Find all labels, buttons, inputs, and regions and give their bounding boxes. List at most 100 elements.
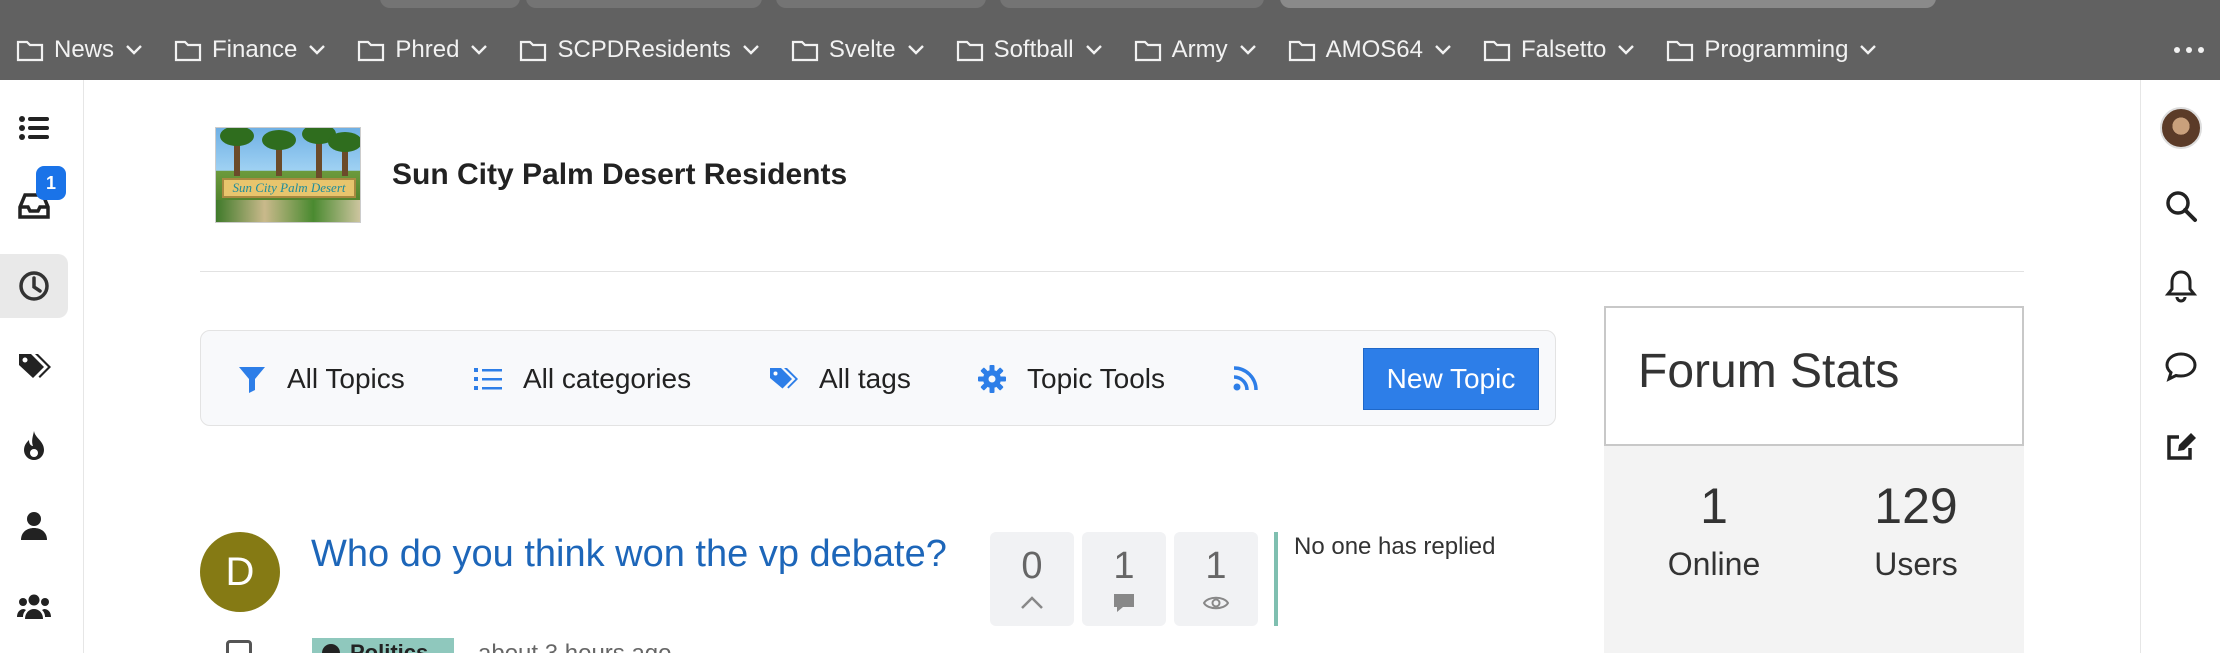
folder-icon [520, 40, 547, 62]
users-count: 129 [1874, 478, 1958, 534]
browser-tab[interactable] [1000, 0, 1264, 8]
chevron-down-icon [1239, 45, 1256, 55]
users-icon [17, 594, 51, 619]
chat-icon [2165, 352, 2197, 382]
bookmark-label: Falsetto [1521, 36, 1607, 63]
sidebar-item-recent[interactable] [0, 254, 68, 318]
category-dot-icon [322, 644, 340, 653]
online-stat: 1 Online [1634, 476, 1794, 583]
bookmark-folder-softball[interactable]: Softball [956, 36, 1104, 64]
topic-tools-button[interactable]: Topic Tools [977, 361, 1165, 397]
chevron-down-icon [907, 45, 924, 55]
category-label: Politics [350, 640, 429, 653]
rss-icon[interactable] [1231, 363, 1261, 393]
bookmark-folder-scpdresidents[interactable]: SCPDResidents [519, 36, 760, 64]
sidebar-item-profile[interactable] [0, 494, 68, 558]
votes-stat[interactable]: 0 [990, 532, 1074, 626]
folder-icon [174, 40, 202, 62]
bookmark-folder-finance[interactable]: Finance [174, 36, 327, 64]
more-horizontal-icon[interactable] [2174, 36, 2204, 64]
compose-icon [2167, 433, 2196, 460]
comment-icon [1114, 594, 1134, 612]
sidebar-item-tags[interactable] [0, 334, 68, 398]
forum-stats-header: Forum Stats [1604, 306, 2024, 446]
eye-icon [1203, 596, 1229, 610]
inbox-badge: 1 [36, 166, 66, 200]
bookmark-folder-svelte[interactable]: Svelte [791, 36, 926, 64]
bookmark-label: Phred [395, 36, 460, 63]
chevron-down-icon [1860, 45, 1877, 55]
online-count: 1 [1700, 478, 1728, 534]
reply-status: No one has replied [1294, 533, 1496, 560]
folder-icon [16, 40, 44, 62]
tags-icon [770, 368, 798, 389]
topic-title-link[interactable]: Who do you think won the vp debate? [311, 530, 951, 578]
header-divider [200, 271, 2024, 272]
filter-all-categories[interactable]: All categories [473, 361, 691, 397]
new-topic-button[interactable]: New Topic [1363, 348, 1539, 410]
folder-icon [358, 40, 385, 62]
folder-icon [1288, 40, 1315, 62]
filter-all-topics[interactable]: All Topics [237, 361, 405, 397]
chevron-down-icon [1618, 45, 1635, 55]
clock-icon [19, 271, 49, 301]
folder-icon [1667, 40, 1694, 62]
folder-icon [791, 40, 818, 62]
folder-icon [1483, 40, 1511, 62]
sidebar-item-categories[interactable] [0, 96, 68, 160]
chat-button[interactable] [2157, 342, 2205, 390]
bookmark-label: Programming [1704, 36, 1849, 63]
user-avatar-button[interactable] [2157, 104, 2205, 152]
bookmark-label: News [54, 36, 115, 63]
bookmark-label: SCPDResidents [557, 36, 731, 63]
bookmark-folder-phred[interactable]: Phred [357, 36, 489, 64]
browser-tab[interactable] [526, 0, 762, 8]
users-stat: 129 Users [1836, 476, 1996, 583]
filter-all-tags[interactable]: All tags [769, 361, 911, 397]
bookmark-label: Softball [993, 36, 1074, 63]
site-title[interactable]: Sun City Palm Desert Residents [392, 158, 847, 192]
forum-stats-title: Forum Stats [1638, 345, 1900, 398]
forum-stats-body: 1 Online 129 Users [1604, 446, 2024, 653]
bookmark-folder-news[interactable]: News [16, 36, 144, 64]
posts-count: 1 [1113, 545, 1135, 587]
bookmark-list: News Finance Phred SCPDResidents Svelte … [16, 30, 1908, 70]
bookmark-folder-programming[interactable]: Programming [1666, 36, 1878, 64]
bookmark-folder-falsetto[interactable]: Falsetto [1483, 36, 1636, 64]
folder-icon [956, 40, 983, 62]
bookmark-folder-army[interactable]: Army [1134, 36, 1258, 64]
folder-icon [1134, 40, 1161, 62]
list-icon [19, 116, 49, 140]
nav-label: All tags [819, 363, 911, 394]
browser-tab[interactable] [776, 0, 986, 8]
chevron-down-icon [1085, 45, 1102, 55]
fire-icon [24, 431, 44, 460]
sidebar-item-popular[interactable] [0, 414, 68, 478]
topic-select-checkbox[interactable] [226, 640, 252, 653]
online-label: Online [1667, 546, 1761, 582]
chevron-down-icon [126, 45, 142, 55]
site-logo[interactable]: Sun City Palm Desert [215, 127, 361, 223]
notifications-button[interactable] [2157, 262, 2205, 310]
logo-sign-text: Sun City Palm Desert [222, 178, 356, 198]
sidebar-item-groups[interactable] [0, 574, 68, 638]
topic-timestamp: about 3 hours ago [478, 640, 672, 653]
bookmark-label: Army [1171, 36, 1228, 63]
topic-author-avatar[interactable]: D [200, 532, 280, 612]
browser-tab[interactable] [380, 0, 520, 8]
bookmark-label: AMOS64 [1325, 36, 1423, 63]
gear-icon [978, 365, 1006, 393]
browser-tab-active[interactable] [1280, 0, 1936, 8]
chevron-down-icon [1435, 45, 1451, 55]
bookmark-folder-amos64[interactable]: AMOS64 [1288, 36, 1453, 64]
avatar [2160, 107, 2202, 149]
bookmarks-bar: News Finance Phred SCPDResidents Svelte … [0, 0, 2220, 80]
bookmark-label: Finance [212, 36, 298, 63]
category-badge[interactable]: Politics [312, 638, 454, 653]
filter-icon [239, 367, 265, 393]
chevron-down-icon [743, 45, 759, 55]
compose-button[interactable] [2157, 422, 2205, 470]
nav-label: Topic Tools [1027, 363, 1166, 394]
chevron-down-icon [471, 45, 488, 55]
search-button[interactable] [2157, 182, 2205, 230]
